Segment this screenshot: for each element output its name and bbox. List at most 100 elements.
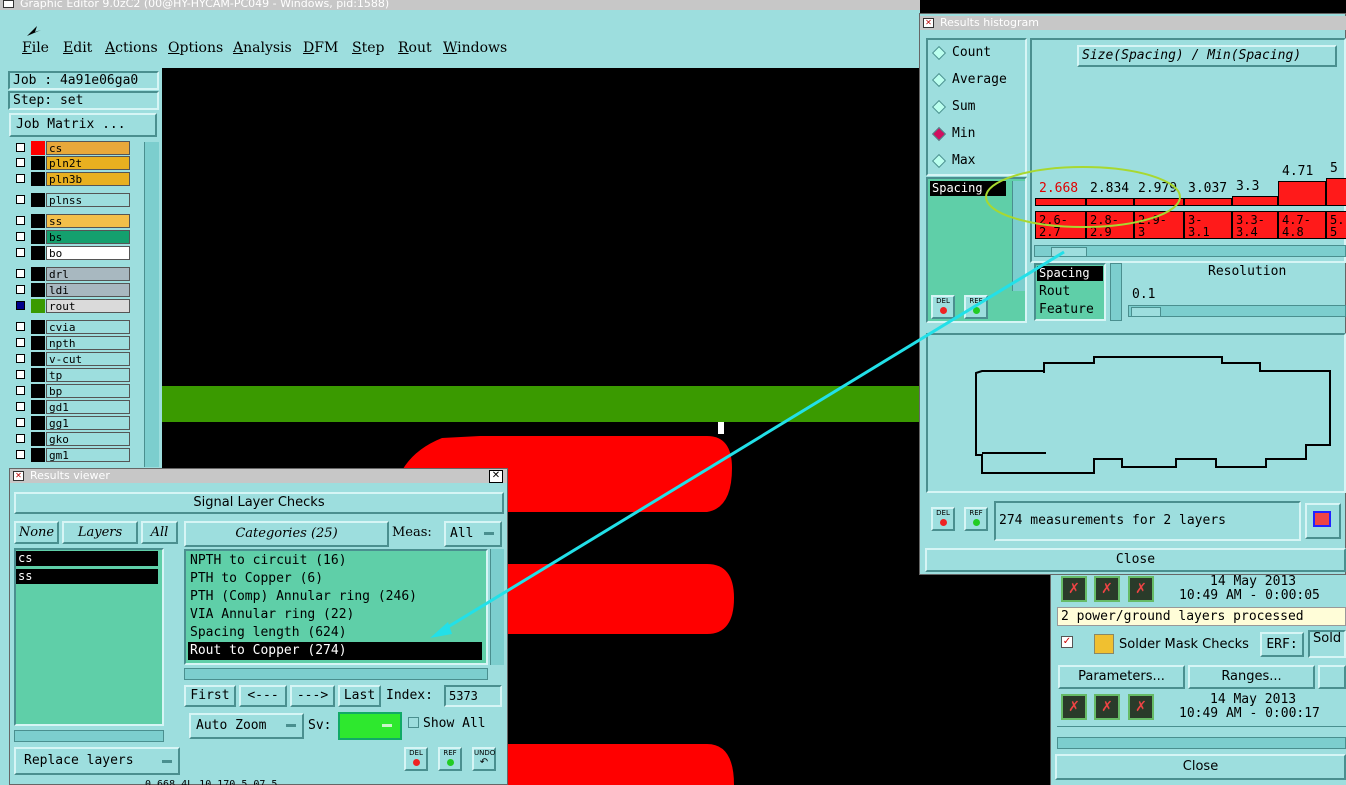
close-icon[interactable]: ✕ xyxy=(489,470,503,483)
layer-color-swatch[interactable] xyxy=(31,352,45,366)
layer-row-npth[interactable]: npth xyxy=(14,336,130,350)
layer-name[interactable]: pln3b xyxy=(46,172,130,186)
layer-color-swatch[interactable] xyxy=(31,246,45,260)
menu-analysis[interactable]: Analysis xyxy=(233,40,292,56)
layer-checkbox[interactable] xyxy=(16,402,25,411)
histogram-bin-label[interactable]: 5. 5 xyxy=(1326,211,1346,239)
layer-color-swatch[interactable] xyxy=(31,400,45,414)
slider-thumb[interactable] xyxy=(1131,307,1161,317)
layer-color-swatch[interactable] xyxy=(31,432,45,446)
layer-row-ss[interactable]: ss xyxy=(14,214,130,228)
erf-value[interactable]: Sold xyxy=(1308,630,1346,658)
check-enabled-checkbox[interactable]: ✓ xyxy=(1061,636,1073,648)
layer-result-ss[interactable]: ss xyxy=(16,569,158,584)
category-item[interactable]: PTH to Copper (6) xyxy=(188,570,482,588)
ref-button[interactable]: REF xyxy=(438,747,462,771)
histogram-ref-button[interactable]: REF xyxy=(964,295,988,319)
auto-zoom-dropdown[interactable]: Auto Zoom xyxy=(189,713,304,739)
layer-row-cs[interactable]: cs xyxy=(14,141,130,155)
replace-layers-dropdown[interactable]: Replace layers xyxy=(14,747,180,775)
job-matrix-button[interactable]: Job Matrix ... xyxy=(9,113,157,137)
histogram-del-button[interactable]: DEL xyxy=(931,295,955,319)
layer-checkbox[interactable] xyxy=(16,158,25,167)
histogram-bin-label[interactable]: 2.6- 2.7 xyxy=(1035,211,1086,239)
tab-none[interactable]: None xyxy=(14,521,59,544)
histogram-bar[interactable] xyxy=(1086,198,1134,206)
menu-step[interactable]: Step xyxy=(352,40,384,56)
layer-name[interactable]: bo xyxy=(46,246,130,260)
attr-scrollbar[interactable] xyxy=(1110,263,1122,321)
layer-color-swatch[interactable] xyxy=(31,336,45,350)
sv-color-dropdown[interactable] xyxy=(338,712,402,740)
layer-name[interactable]: rout xyxy=(46,299,130,313)
layer-name[interactable]: tp xyxy=(46,368,130,382)
layer-row-bo[interactable]: bo xyxy=(14,246,130,260)
mode-radio-min[interactable]: Min xyxy=(931,126,975,141)
layer-name[interactable]: bs xyxy=(46,230,130,244)
checklist-close-button[interactable]: Close xyxy=(1055,754,1346,780)
meas-dropdown[interactable]: All xyxy=(444,521,502,547)
layer-row-bs[interactable]: bs xyxy=(14,230,130,244)
layer-row-cvia[interactable]: cvia xyxy=(14,320,130,334)
layer-name[interactable]: plnss xyxy=(46,193,130,207)
layer-checkbox[interactable] xyxy=(16,195,25,204)
tab-all[interactable]: All xyxy=(141,521,178,544)
layer-checkbox[interactable] xyxy=(16,450,25,459)
layer-name[interactable]: ldi xyxy=(46,283,130,297)
layer-row-rout[interactable]: rout xyxy=(14,299,130,313)
category-item[interactable]: Spacing length (624) xyxy=(188,624,482,642)
layer-color-swatch[interactable] xyxy=(31,267,45,281)
menu-edit[interactable]: Edit xyxy=(63,40,92,56)
layer-name[interactable]: drl xyxy=(46,267,130,281)
layer-checkbox[interactable] xyxy=(16,269,25,278)
parameters-button[interactable]: Parameters... xyxy=(1058,665,1185,689)
menu-actions[interactable]: Actions xyxy=(105,40,158,56)
run-icon[interactable]: ✗ xyxy=(1061,576,1087,602)
layer-name[interactable]: gko xyxy=(46,432,130,446)
histogram-hscroll[interactable] xyxy=(1034,245,1346,257)
layer-checkbox[interactable] xyxy=(16,232,25,241)
histogram-bin-label[interactable]: 3- 3.1 xyxy=(1184,211,1232,239)
layer-row-pln2t[interactable]: pln2t xyxy=(14,156,130,170)
layer-row-pln3b[interactable]: pln3b xyxy=(14,172,130,186)
next-button[interactable]: ---> xyxy=(290,685,335,707)
layer-color-swatch[interactable] xyxy=(31,368,45,382)
layer-row-tp[interactable]: tp xyxy=(14,368,130,382)
layer-color-swatch[interactable] xyxy=(31,384,45,398)
scroll-thumb[interactable] xyxy=(1051,247,1087,257)
index-input[interactable]: 5373 xyxy=(444,685,502,707)
radio-diamond-icon[interactable] xyxy=(931,72,947,87)
layer-checkbox[interactable] xyxy=(16,386,25,395)
histogram-bar[interactable] xyxy=(1326,178,1346,206)
menu-rout[interactable]: Rout xyxy=(398,40,432,56)
layer-color-swatch[interactable] xyxy=(31,141,45,155)
layer-name[interactable]: npth xyxy=(46,336,130,350)
layer-color-swatch[interactable] xyxy=(31,214,45,228)
histogram-bin-label[interactable]: 2.9- 3 xyxy=(1134,211,1184,239)
layer-result-cs[interactable]: cs xyxy=(16,551,158,566)
histogram-bar[interactable] xyxy=(1035,198,1086,206)
layer-row-bp[interactable]: bp xyxy=(14,384,130,398)
layer-row-plnss[interactable]: plnss xyxy=(14,193,130,207)
radio-diamond-icon[interactable] xyxy=(931,126,947,141)
histogram-bar[interactable] xyxy=(1278,181,1326,206)
attr-rout[interactable]: Rout xyxy=(1039,284,1070,299)
layer-name[interactable]: cs xyxy=(46,141,130,155)
radio-diamond-icon[interactable] xyxy=(931,45,947,60)
layer-row-gd1[interactable]: gd1 xyxy=(14,400,130,414)
layer-checkbox[interactable] xyxy=(16,301,25,310)
mode-radio-sum[interactable]: Sum xyxy=(931,99,975,114)
run-icon[interactable]: ✗ xyxy=(1061,694,1087,720)
ranges-button[interactable]: Ranges... xyxy=(1188,665,1315,689)
layer-name[interactable]: gd1 xyxy=(46,400,130,414)
resolution-slider[interactable] xyxy=(1128,305,1346,317)
histogram-bin-label[interactable]: 4.7- 4.8 xyxy=(1278,211,1326,239)
layer-row-gg1[interactable]: gg1 xyxy=(14,416,130,430)
category-item[interactable]: PTH (Comp) Annular ring (246) xyxy=(188,588,482,606)
del-button[interactable]: DEL xyxy=(404,747,428,771)
layer-row-drl[interactable]: drl xyxy=(14,267,130,281)
category-item[interactable]: VIA Annular ring (22) xyxy=(188,606,482,624)
layer-checkbox[interactable] xyxy=(16,285,25,294)
layer-checkbox[interactable] xyxy=(16,354,25,363)
layer-color-swatch[interactable] xyxy=(31,283,45,297)
